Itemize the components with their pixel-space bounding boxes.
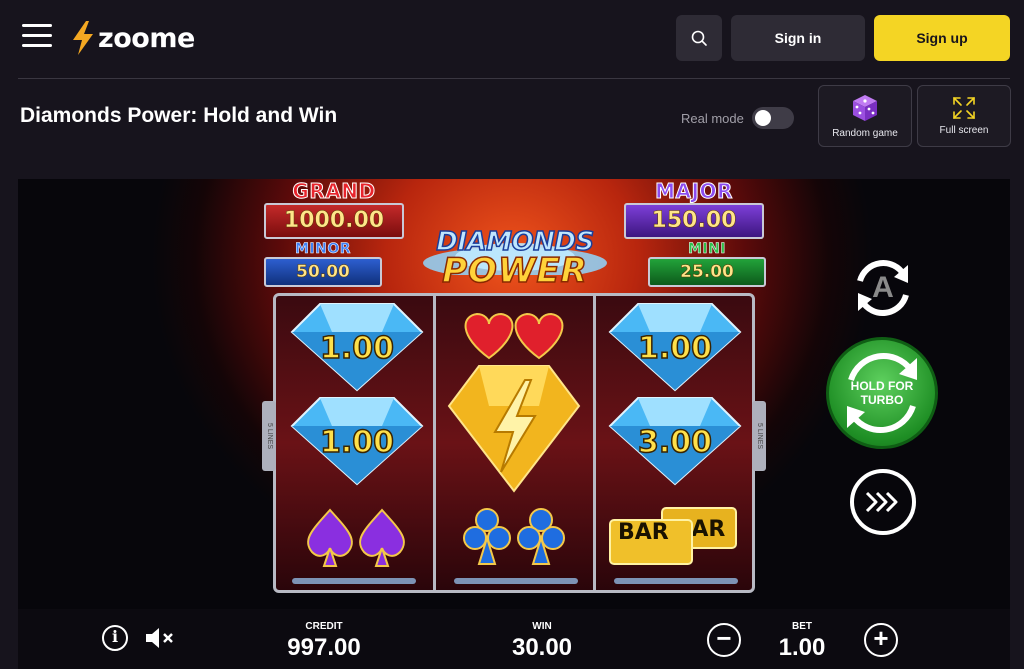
lines-indicator-right: 5 LINES	[752, 401, 766, 471]
jackpot-mini-label: MINI	[687, 241, 727, 258]
game-frame[interactable]: GRAND 1000.00 MAJOR 150.00 MINOR 50.00 M…	[18, 179, 1010, 669]
jackpot-mini: MINI 25.00	[648, 241, 766, 287]
jackpot-mini-value: 25.00	[648, 257, 766, 287]
fast-forward-icon	[865, 491, 898, 513]
reel1-cell1-diamond: 1.00	[282, 298, 432, 394]
reel1-cell2-diamond: 1.00	[282, 392, 432, 488]
toggle-knob	[754, 110, 771, 126]
credit-value: 997.00	[287, 634, 361, 661]
cell-value: 1.00	[319, 330, 395, 367]
bet-label: BET	[792, 621, 812, 632]
reel3-cell1-diamond: 1.00	[600, 298, 750, 394]
speaker-muted-icon	[146, 628, 173, 648]
jackpot-major-value: 150.00	[624, 203, 764, 239]
decrease-bet-button[interactable]: −	[707, 623, 741, 657]
jackpot-minor-label: MINOR	[294, 241, 352, 258]
fullscreen-label: Full screen	[939, 125, 989, 136]
real-mode-switch[interactable]: Real mode	[681, 107, 794, 129]
game-bottom-bar: i CREDIT 997.00 WIN 30.00 − BET 1.00 +	[18, 609, 1010, 669]
sign-up-button[interactable]: Sign up	[874, 15, 1010, 61]
search-button[interactable]	[676, 15, 722, 61]
header-divider	[18, 78, 1010, 79]
expand-icon	[953, 97, 975, 119]
info-button[interactable]: i	[102, 625, 128, 651]
blue-clubs-icon	[463, 508, 565, 565]
jackpot-major: MAJOR 150.00	[624, 179, 764, 239]
win-value: 30.00	[511, 634, 573, 661]
reel2-cell3-clubs	[439, 492, 589, 588]
top-bar: zoome Sign in Sign up	[0, 0, 1024, 78]
reel3-cell3-bar: BAR BAR	[600, 492, 750, 588]
bet-value: 1.00	[778, 634, 826, 661]
reel-separator	[593, 296, 596, 590]
real-mode-toggle[interactable]	[751, 107, 794, 129]
random-game-button[interactable]: Random game	[818, 85, 912, 147]
fullscreen-button[interactable]: Full screen	[917, 85, 1011, 147]
reel1-cell3-spades	[282, 492, 432, 588]
hold-for-turbo-button[interactable]: HOLD FOR TURBO	[826, 337, 938, 449]
win-display: WIN 30.00	[492, 621, 592, 662]
bolt-logo-icon	[73, 21, 93, 55]
autoplay-letter: A	[872, 271, 894, 304]
dice-icon	[853, 95, 877, 121]
golden-bolt-icon	[447, 365, 581, 493]
credit-label: CREDIT	[305, 621, 343, 632]
cell-value: 3.00	[637, 424, 713, 461]
autoplay-button[interactable]: A	[846, 251, 920, 325]
logo-text: zoome	[98, 22, 195, 54]
page-title: Diamonds Power: Hold and Win	[20, 104, 338, 127]
jackpot-minor-value: 50.00	[264, 257, 382, 287]
fast-forward-button[interactable]	[850, 469, 916, 535]
lines-indicator-left: 5 LINES	[262, 401, 276, 471]
sound-mute-button[interactable]	[144, 625, 176, 651]
turbo-label: HOLD FOR TURBO	[850, 379, 914, 407]
cell-value: 1.00	[637, 330, 713, 367]
jackpot-grand-value: 1000.00	[264, 203, 404, 239]
jackpot-grand-label: GRAND	[292, 179, 376, 204]
credit-display: CREDIT 997.00	[274, 621, 374, 662]
random-game-label: Random game	[832, 128, 898, 139]
reel-separator	[433, 296, 436, 590]
bet-display: BET 1.00	[762, 621, 842, 662]
jackpot-major-label: MAJOR	[655, 179, 733, 204]
jackpot-grand: GRAND 1000.00	[264, 179, 404, 239]
real-mode-label: Real mode	[681, 110, 744, 126]
game-logo: DIAMONDS POWER	[422, 226, 608, 301]
bar-label: BAR	[618, 520, 669, 545]
sign-in-button[interactable]: Sign in	[731, 15, 865, 61]
zoome-logo[interactable]: zoome	[70, 20, 195, 56]
search-icon	[691, 30, 707, 46]
hamburger-menu-icon[interactable]	[22, 24, 52, 50]
win-label: WIN	[532, 621, 552, 632]
reel3-cell2-diamond: 3.00	[600, 392, 750, 488]
increase-bet-button[interactable]: +	[864, 623, 898, 657]
reel2-cell2-bolt	[439, 356, 589, 496]
jackpot-minor: MINOR 50.00	[264, 241, 382, 287]
reels-area[interactable]: 1.00 1.00 1.00 3.00 BAR BAR 5 LINES 5 LI…	[262, 293, 766, 593]
cell-value: 1.00	[319, 424, 395, 461]
game-logo-line2: POWER	[441, 250, 588, 292]
purple-spades-icon	[307, 508, 405, 567]
